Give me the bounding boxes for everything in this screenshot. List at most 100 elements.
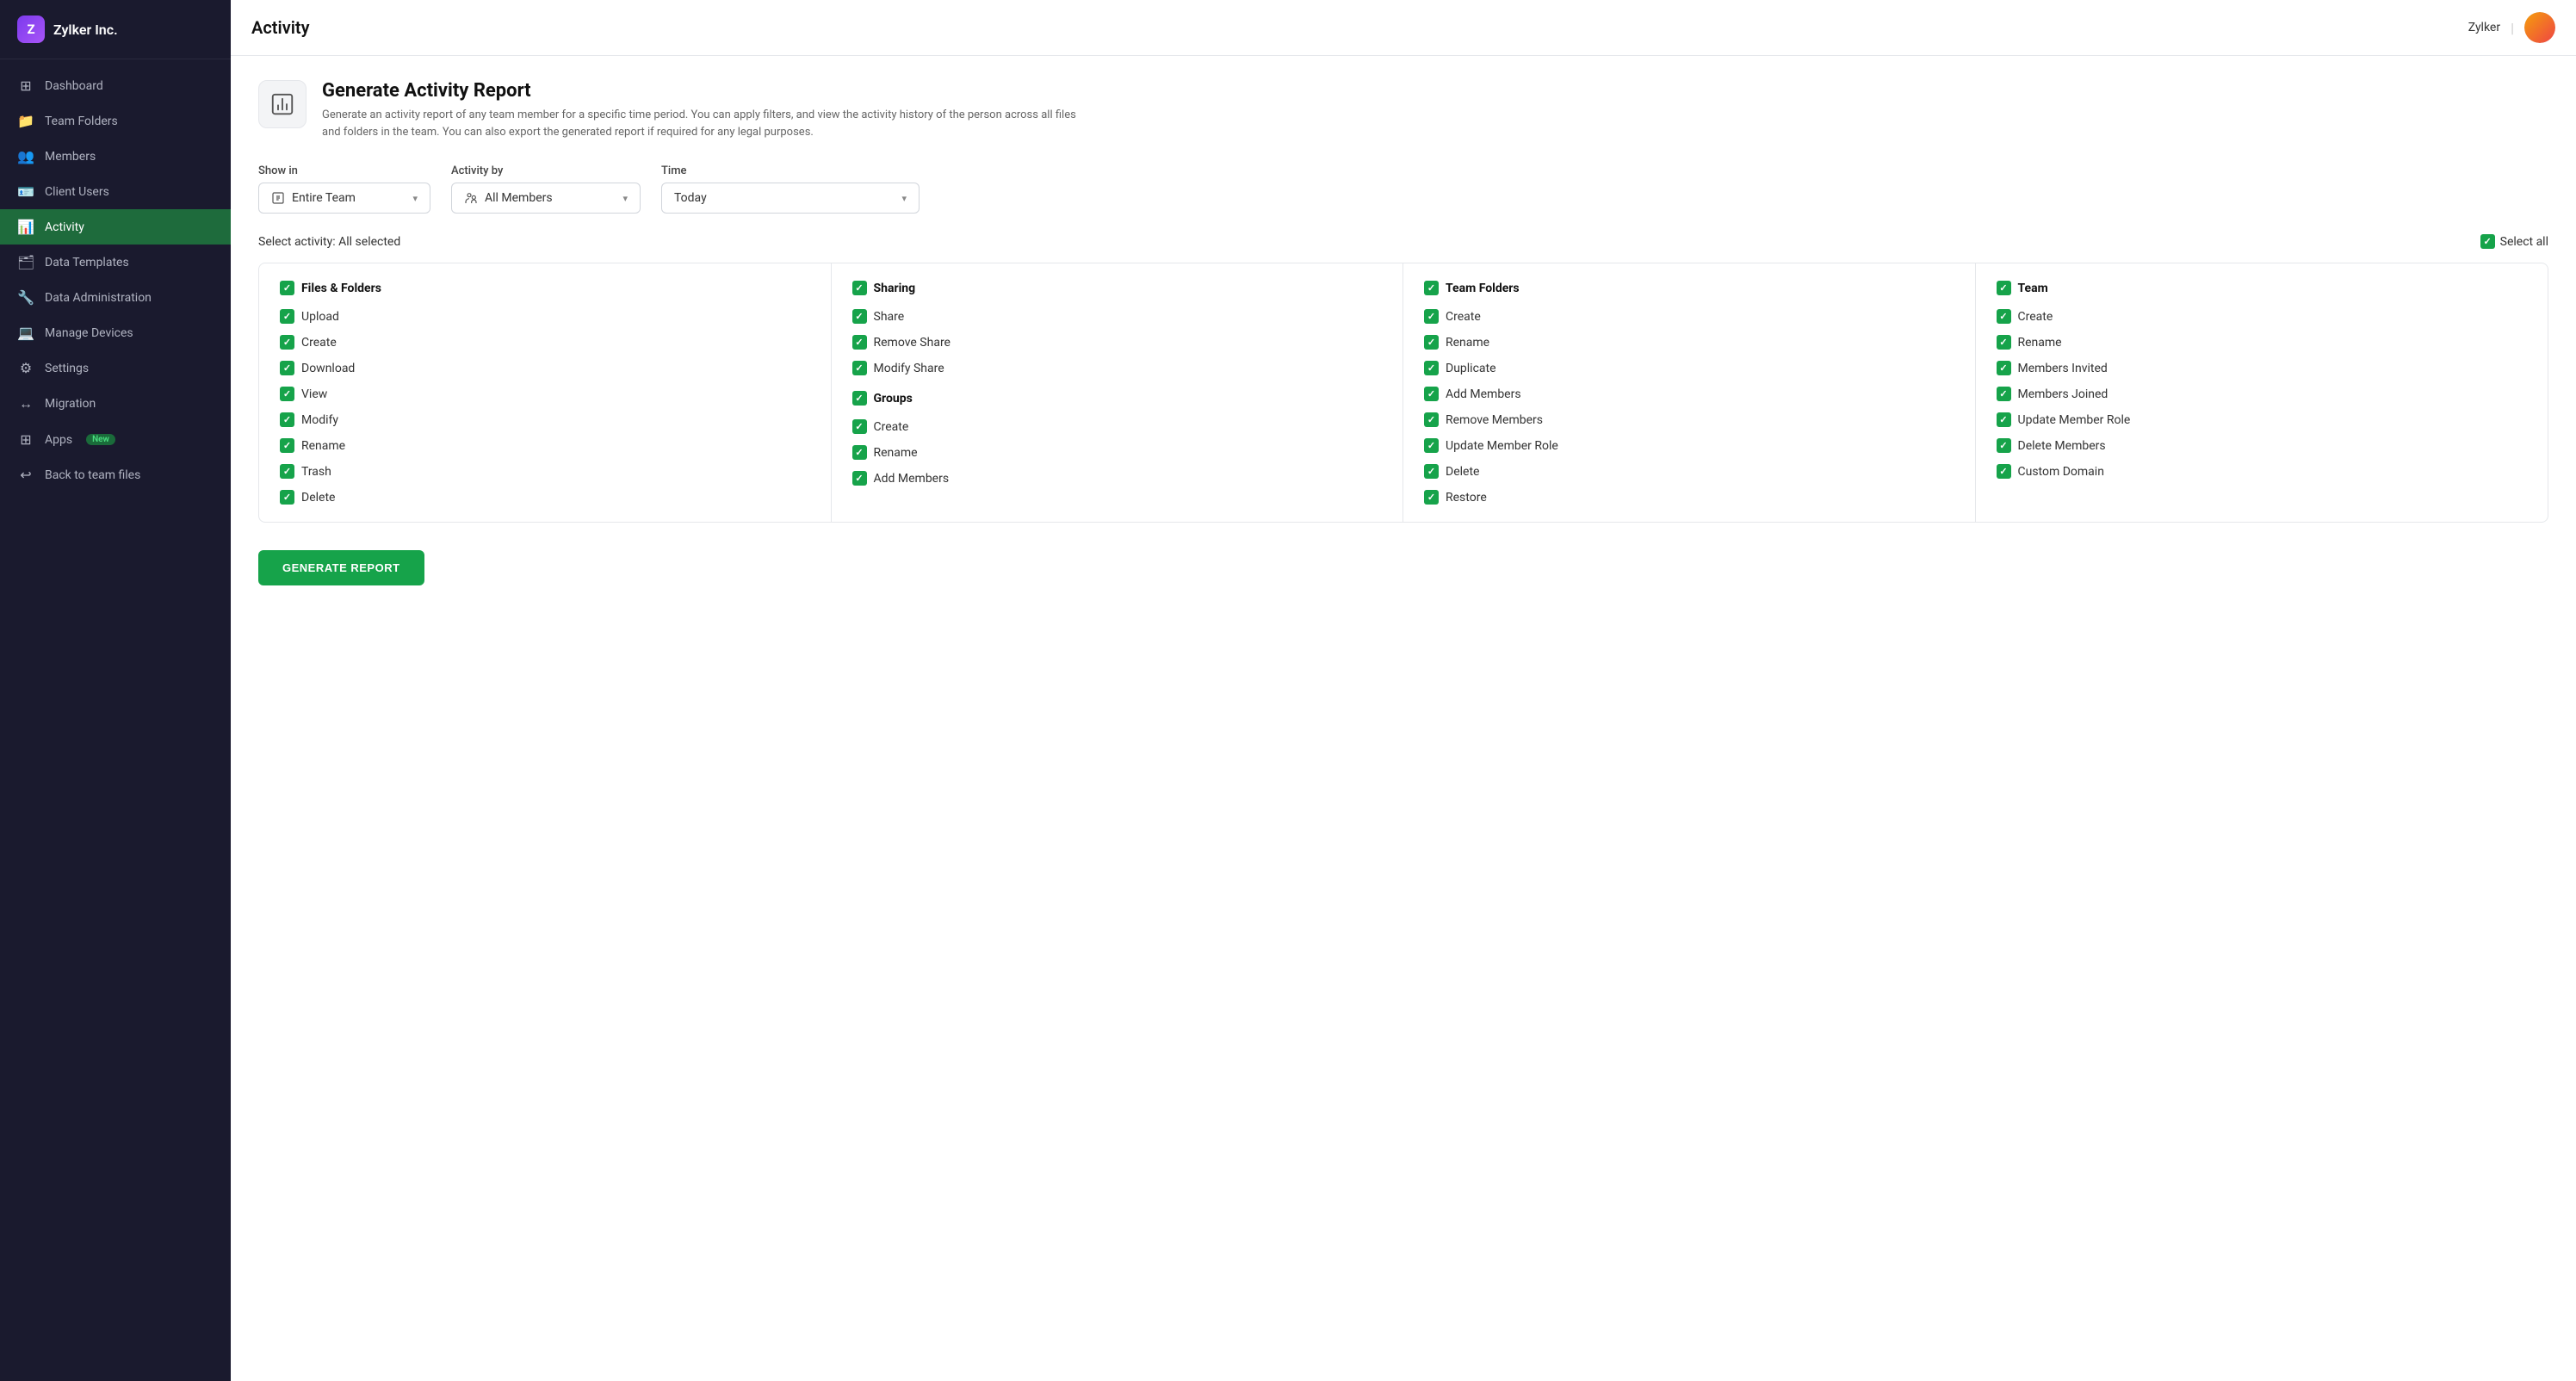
activity-item[interactable]: Create [852,419,1383,434]
sidebar-item-apps[interactable]: ⊞ AppsNew [0,422,231,457]
activity-item[interactable]: Custom Domain [1997,464,2528,479]
chevron-down-icon: ▾ [622,193,628,204]
activity-item[interactable]: Modify Share [852,361,1383,375]
item-checkbox[interactable] [1424,387,1439,401]
nav-label-apps: Apps [45,433,72,447]
time-value: Today [674,191,707,205]
activity-item[interactable]: Delete [1424,464,1954,479]
sidebar-item-client-users[interactable]: 🪪 Client Users [0,174,231,209]
show-in-select[interactable]: Entire Team ▾ [258,183,430,214]
activity-item[interactable]: Add Members [852,471,1383,486]
sidebar-item-activity[interactable]: 📊 Activity [0,209,231,245]
col-subtitle-sharing: Groups [874,392,913,406]
sidebar: Z Zylker Inc. ⊞ Dashboard📁 Team Folders👥… [0,0,231,1381]
activity-item[interactable]: Add Members [1424,387,1954,401]
item-checkbox[interactable] [852,335,867,350]
nav-label-back-to-team-files: Back to team files [45,468,140,482]
item-checkbox[interactable] [280,490,294,505]
activity-item[interactable]: Rename [1424,335,1954,350]
main-content: Activity Zylker | Generate Activity Repo… [231,0,2576,1381]
item-checkbox[interactable] [1997,361,2011,375]
activity-item[interactable]: Create [1997,309,2528,324]
item-label: Delete Members [2018,439,2106,453]
item-checkbox[interactable] [1424,490,1439,505]
item-checkbox[interactable] [1424,335,1439,350]
report-header: Generate Activity Report Generate an act… [258,80,2548,140]
item-checkbox[interactable] [1997,438,2011,453]
col-checkbox-files-folders[interactable] [280,281,294,295]
activity-item[interactable]: Restore [1424,490,1954,505]
item-checkbox[interactable] [852,309,867,324]
item-checkbox[interactable] [1997,309,2011,324]
sidebar-item-back-to-team-files[interactable]: ↩ Back to team files [0,457,231,492]
sidebar-item-manage-devices[interactable]: 💻 Manage Devices [0,315,231,350]
select-all-button[interactable]: Select all [2480,234,2548,249]
activity-item[interactable]: Create [280,335,810,350]
item-checkbox[interactable] [1424,464,1439,479]
activity-item[interactable]: Download [280,361,810,375]
item-checkbox[interactable] [280,387,294,401]
activity-item[interactable]: Members Joined [1997,387,2528,401]
activity-item[interactable]: Upload [280,309,810,324]
item-checkbox[interactable] [852,471,867,486]
activity-item[interactable]: Share [852,309,1383,324]
activity-item[interactable]: Duplicate [1424,361,1954,375]
sidebar-item-settings[interactable]: ⚙ Settings [0,350,231,386]
time-select[interactable]: Today ▾ [661,183,920,214]
content-area: Generate Activity Report Generate an act… [231,56,2576,1381]
item-label: Create [301,336,337,350]
activity-item[interactable]: Delete Members [1997,438,2528,453]
item-checkbox[interactable] [1997,387,2011,401]
item-checkbox[interactable] [852,419,867,434]
activity-item[interactable]: Modify [280,412,810,427]
item-checkbox[interactable] [1424,309,1439,324]
activity-by-label: Activity by [451,164,641,177]
sidebar-item-members[interactable]: 👥 Members [0,139,231,174]
report-icon [258,80,307,128]
col-checkbox-team-folders[interactable] [1424,281,1439,295]
item-checkbox[interactable] [1997,464,2011,479]
activity-item[interactable]: Members Invited [1997,361,2528,375]
item-checkbox[interactable] [1424,361,1439,375]
item-checkbox[interactable] [852,361,867,375]
col-checkbox-team[interactable] [1997,281,2011,295]
generate-report-button[interactable]: GENERATE REPORT [258,550,424,585]
item-checkbox[interactable] [280,361,294,375]
sidebar-item-data-administration[interactable]: 🔧 Data Administration [0,280,231,315]
activity-by-select[interactable]: All Members ▾ [451,183,641,214]
avatar[interactable] [2524,12,2555,43]
item-checkbox[interactable] [1424,438,1439,453]
item-checkbox[interactable] [852,445,867,460]
activity-item[interactable]: Rename [1997,335,2528,350]
item-label: Add Members [874,472,950,486]
activity-item[interactable]: Remove Members [1424,412,1954,427]
item-checkbox[interactable] [1997,335,2011,350]
logo-icon: Z [17,15,45,43]
activity-item[interactable]: Trash [280,464,810,479]
item-checkbox[interactable] [1424,412,1439,427]
activity-item[interactable]: Delete [280,490,810,505]
activity-item[interactable]: Create [1424,309,1954,324]
item-checkbox[interactable] [280,412,294,427]
item-checkbox[interactable] [280,438,294,453]
activity-item[interactable]: View [280,387,810,401]
activity-item[interactable]: Update Member Role [1424,438,1954,453]
item-checkbox[interactable] [280,309,294,324]
col-title-files-folders: Files & Folders [301,282,381,295]
activity-item[interactable]: Rename [280,438,810,453]
activity-item[interactable]: Remove Share [852,335,1383,350]
sidebar-item-team-folders[interactable]: 📁 Team Folders [0,103,231,139]
select-all-checkbox[interactable] [2480,234,2495,249]
sidebar-item-dashboard[interactable]: ⊞ Dashboard [0,68,231,103]
nav-label-data-administration: Data Administration [45,291,152,305]
col-sub-checkbox-sharing[interactable] [852,391,867,406]
activity-item[interactable]: Rename [852,445,1383,460]
sidebar-item-migration[interactable]: ↔ Migration [0,386,231,422]
sidebar-item-data-templates[interactable]: 🗂 Data Templates [0,245,231,280]
item-checkbox[interactable] [280,335,294,350]
item-checkbox[interactable] [1997,412,2011,427]
item-checkbox[interactable] [280,464,294,479]
nav-icon-team-folders: 📁 [17,113,34,129]
activity-item[interactable]: Update Member Role [1997,412,2528,427]
col-checkbox-sharing[interactable] [852,281,867,295]
